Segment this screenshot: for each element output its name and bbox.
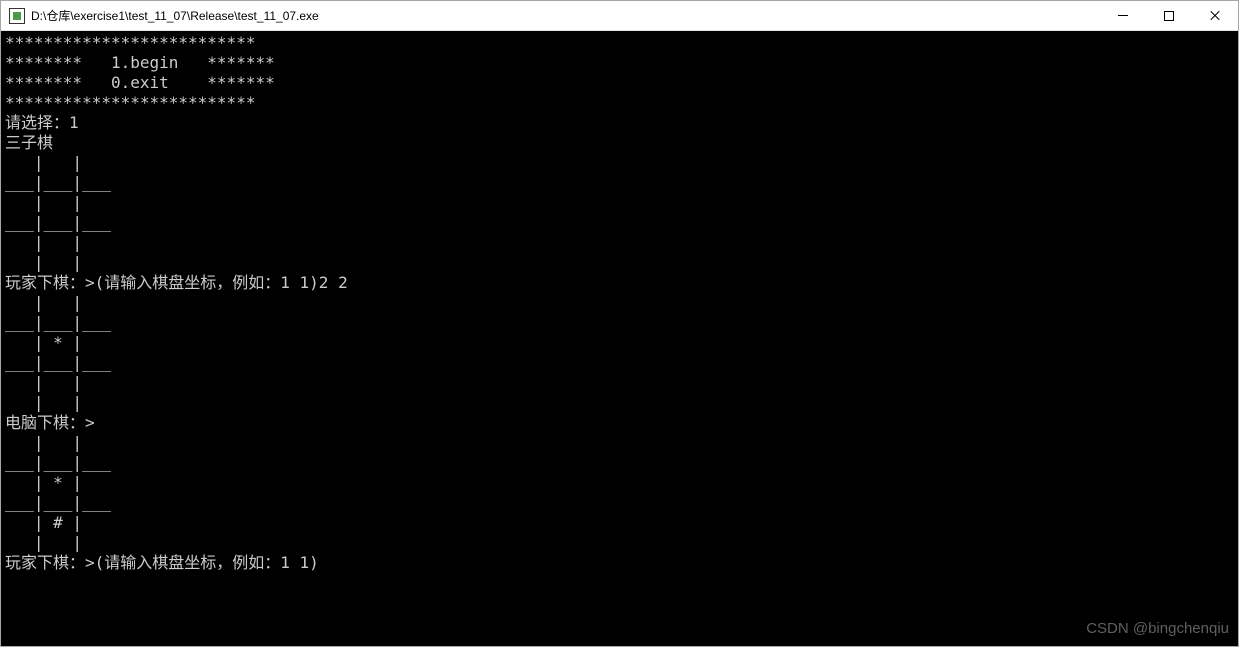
close-icon (1209, 10, 1221, 22)
app-icon (9, 8, 25, 24)
console-window: D:\仓库\exercise1\test_11_07\Release\test_… (0, 0, 1239, 647)
window-controls (1100, 1, 1238, 30)
maximize-icon (1164, 11, 1174, 21)
maximize-button[interactable] (1146, 1, 1192, 30)
titlebar[interactable]: D:\仓库\exercise1\test_11_07\Release\test_… (1, 1, 1238, 31)
window-title: D:\仓库\exercise1\test_11_07\Release\test_… (31, 7, 1100, 24)
console-output[interactable]: ************************** ******** 1.be… (1, 31, 1238, 646)
minimize-button[interactable] (1100, 1, 1146, 30)
minimize-icon (1118, 15, 1128, 16)
close-button[interactable] (1192, 1, 1238, 30)
